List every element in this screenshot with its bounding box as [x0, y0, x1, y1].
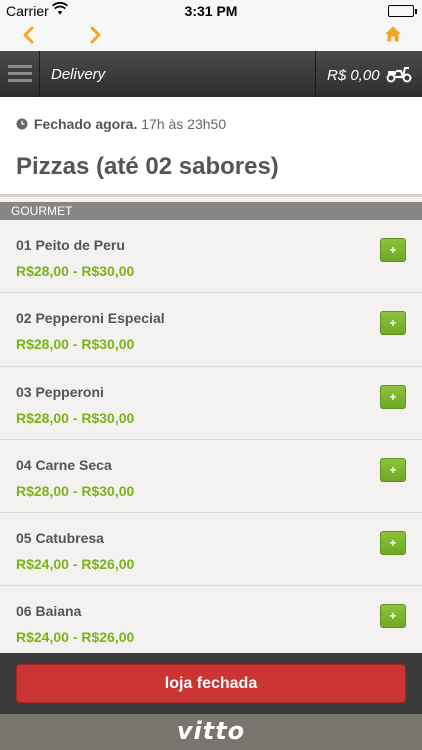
cart-total[interactable]: R$ 0,00: [327, 67, 380, 84]
chevron-left-icon[interactable]: [22, 26, 36, 49]
product-name: 01 Peito de Peru: [16, 237, 125, 253]
product-name: 02 Pepperoni Especial: [16, 310, 165, 327]
store-hours: 17h às 23h50: [141, 116, 227, 132]
status-bar: Carrier 3:31 PM: [0, 0, 422, 22]
home-icon[interactable]: [384, 25, 402, 48]
store-closed-button[interactable]: loja fechada: [16, 664, 406, 703]
add-product-button[interactable]: +: [380, 384, 406, 409]
checkout-footer: loja fechada: [0, 653, 422, 714]
add-product-button[interactable]: +: [380, 457, 406, 482]
product-price: R$28,00 - R$30,00: [16, 482, 135, 499]
product-name: 04 Carne Seca: [16, 456, 112, 473]
section-header: GOURMET: [0, 202, 422, 220]
product-price: R$28,00 - R$30,00: [16, 336, 135, 353]
product-name: 03 Pepperoni: [16, 383, 104, 400]
hamburger-menu-icon[interactable]: [0, 51, 40, 97]
vitto-logo: vitto: [176, 717, 246, 745]
product-price: R$28,00 - R$30,00: [16, 409, 135, 426]
product-price: R$24,00 - R$26,00: [16, 556, 135, 573]
chevron-right-icon[interactable]: [88, 26, 102, 49]
store-status-label: Fechado agora.: [33, 116, 138, 132]
product-item[interactable]: 02 Pepperoni Especial R$28,00 - R$30,00 …: [0, 293, 422, 367]
add-product-button[interactable]: +: [380, 311, 406, 336]
product-price: R$28,00 - R$30,00: [16, 263, 135, 279]
browser-nav-bar: [0, 22, 422, 51]
product-name: 06 Baiana: [16, 603, 82, 620]
clock-time: 3:31 PM: [184, 3, 238, 19]
clock-icon: [16, 117, 28, 133]
product-item[interactable]: 05 Catubresa R$24,00 - R$26,00 +: [0, 513, 422, 587]
product-item[interactable]: 01 Peito de Peru R$28,00 - R$30,00 +: [0, 220, 422, 294]
product-name: 05 Catubresa: [16, 530, 104, 547]
battery-icon: [388, 5, 417, 17]
app-header: Delivery R$ 0,00: [0, 51, 422, 97]
add-product-button[interactable]: +: [380, 604, 406, 629]
product-list: 01 Peito de Peru R$28,00 - R$30,00 + 02 …: [0, 220, 422, 660]
scooter-icon[interactable]: [386, 65, 412, 88]
add-product-button[interactable]: +: [380, 531, 406, 556]
product-item[interactable]: 06 Baiana R$24,00 - R$26,00 +: [0, 586, 422, 660]
divider: [0, 194, 422, 197]
store-status: Fechado agora. 17h às 23h50: [16, 116, 226, 133]
product-item[interactable]: 03 Pepperoni R$28,00 - R$30,00 +: [0, 366, 422, 440]
header-divider: [315, 51, 316, 97]
header-title: Delivery: [51, 66, 106, 83]
product-price: R$24,00 - R$26,00: [16, 629, 135, 646]
product-item[interactable]: 04 Carne Seca R$28,00 - R$30,00 +: [0, 439, 422, 514]
brand-footer: vitto: [0, 714, 422, 750]
add-product-button[interactable]: +: [380, 238, 406, 262]
category-title: Pizzas (até 02 sabores): [16, 153, 279, 180]
store-info-panel: Fechado agora. 17h às 23h50 Pizzas (até …: [0, 97, 422, 197]
